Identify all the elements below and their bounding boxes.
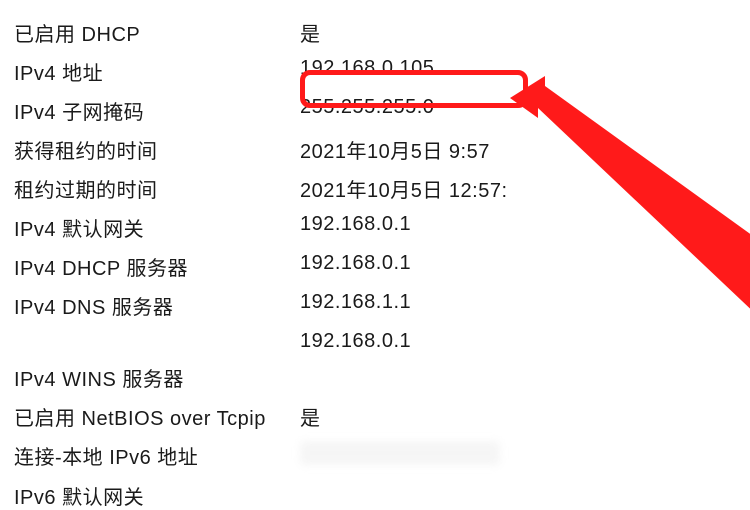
property-row: IPv4 默认网关 192.168.0.1 [10,213,740,242]
property-value-netbios: 是 [300,402,740,431]
property-row: IPv4 WINS 服务器 [10,363,740,392]
property-value-ipv4-dhcp-server: 192.168.0.1 [300,252,740,281]
property-row: 已启用 DHCP 是 [10,18,740,47]
property-row: 已启用 NetBIOS over Tcpip 是 [10,402,740,431]
property-value-ipv6-gateway [300,481,740,510]
property-label-ipv6-gateway: IPv6 默认网关 [10,481,300,510]
property-row: 连接-本地 IPv6 地址 [10,441,740,471]
property-value-lease-expires: 2021年10月5日 12:57: [300,174,740,203]
property-value-lease-obtained: 2021年10月5日 9:57 [300,135,740,164]
property-label-lease-expires: 租约过期的时间 [10,174,300,203]
property-label-lease-obtained: 获得租约的时间 [10,135,300,164]
property-label-ipv6-link-local: 连接-本地 IPv6 地址 [10,441,300,471]
property-label-ipv4-dhcp-server: IPv4 DHCP 服务器 [10,252,300,281]
property-row: IPv4 地址 192.168.0.105 [10,57,740,86]
property-row: IPv6 默认网关 [10,481,740,510]
property-row: IPv4 子网掩码 255.255.255.0 [10,96,740,125]
property-label-ipv4-wins: IPv4 WINS 服务器 [10,363,300,392]
property-row: IPv4 DNS 服务器 192.168.1.1 [10,291,740,320]
property-label-dhcp-enabled: 已启用 DHCP [10,18,300,47]
property-row: IPv4 DHCP 服务器 192.168.0.1 [10,252,740,281]
property-value-ipv4-dns2: 192.168.0.1 [300,330,740,353]
property-label-ipv4-address: IPv4 地址 [10,57,300,86]
property-value-ipv4-gateway: 192.168.0.1 [300,213,740,242]
property-label-ipv4-dns2 [10,330,300,353]
property-value-dhcp-enabled: 是 [300,18,740,47]
property-row: 获得租约的时间 2021年10月5日 9:57 [10,135,740,164]
property-label-ipv4-subnet: IPv4 子网掩码 [10,96,300,125]
property-row: 租约过期的时间 2021年10月5日 12:57: [10,174,740,203]
property-value-ipv4-wins [300,363,740,392]
property-value-ipv4-subnet: 255.255.255.0 [300,96,740,125]
network-details-panel: 已启用 DHCP 是 IPv4 地址 192.168.0.105 IPv4 子网… [10,18,740,510]
property-label-ipv4-gateway: IPv4 默认网关 [10,213,300,242]
property-value-ipv4-address: 192.168.0.105 [300,57,740,86]
property-label-netbios: 已启用 NetBIOS over Tcpip [10,402,300,431]
redacted-value [300,441,500,465]
property-label-ipv4-dns: IPv4 DNS 服务器 [10,291,300,320]
property-value-ipv6-link-local [300,441,740,471]
property-row: 192.168.0.1 [10,330,740,353]
property-value-ipv4-dns: 192.168.1.1 [300,291,740,320]
